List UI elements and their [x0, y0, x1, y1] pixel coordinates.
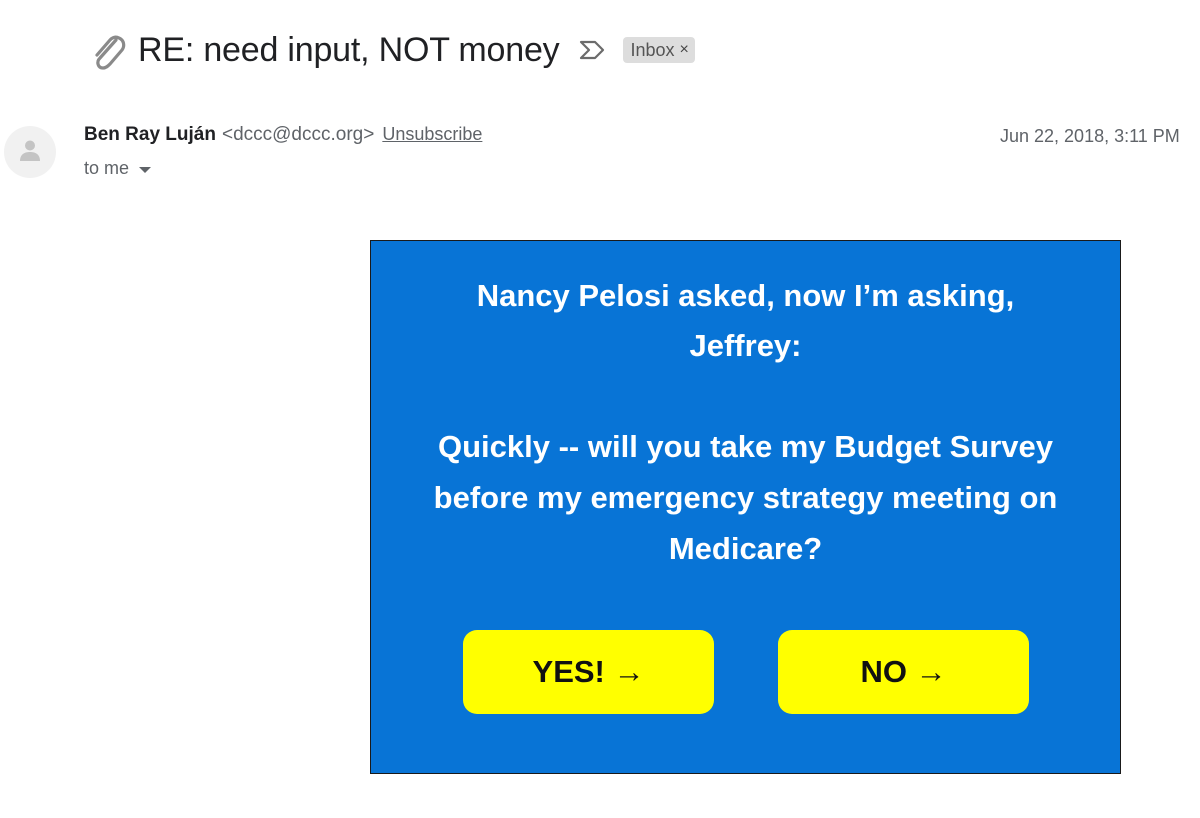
email-view: RE: need input, NOT money Inbox × Ben Ra… [0, 0, 1200, 818]
sender-row: Ben Ray Luján <dccc@dccc.org> Unsubscrib… [84, 124, 482, 150]
banner-heading-line: Jeffrey: [689, 328, 802, 363]
yes-button[interactable]: YES! → [463, 630, 714, 714]
inbox-label-chip[interactable]: Inbox × [623, 37, 695, 63]
avatar[interactable] [4, 126, 56, 178]
sender-name[interactable]: Ben Ray Luján [84, 124, 216, 146]
remove-label-icon[interactable]: × [680, 41, 689, 59]
banner-heading: Nancy Pelosi asked, now I’m asking, Jeff… [391, 271, 1100, 371]
recipient-text: to me [84, 158, 130, 178]
inbox-label-text: Inbox [630, 39, 675, 60]
paperclip-icon [86, 28, 130, 72]
important-marker-icon[interactable] [577, 35, 607, 65]
sender-email: <dccc@dccc.org> [221, 124, 375, 145]
subject-row: RE: need input, NOT money Inbox × [86, 26, 695, 74]
no-button[interactable]: NO → [778, 630, 1029, 714]
banner-heading-line: Nancy Pelosi asked, now I’m asking, [476, 278, 1015, 313]
survey-banner: Nancy Pelosi asked, now I’m asking, Jeff… [370, 240, 1121, 774]
banner-question: Quickly -- will you take my Budget Surve… [391, 421, 1100, 574]
recipient-details-toggle[interactable]: to me [84, 158, 152, 179]
email-date: Jun 22, 2018, 3:11 PM [1000, 126, 1180, 146]
banner-question-line: before my emergency strategy meeting on [433, 480, 1058, 515]
email-subject: RE: need input, NOT money [138, 30, 560, 69]
banner-question-line: Quickly -- will you take my Budget Surve… [437, 429, 1053, 464]
banner-question-line: Medicare? [668, 531, 823, 566]
caret-down-icon[interactable] [139, 167, 152, 173]
person-icon [17, 137, 43, 168]
unsubscribe-link[interactable]: Unsubscribe [382, 124, 482, 145]
